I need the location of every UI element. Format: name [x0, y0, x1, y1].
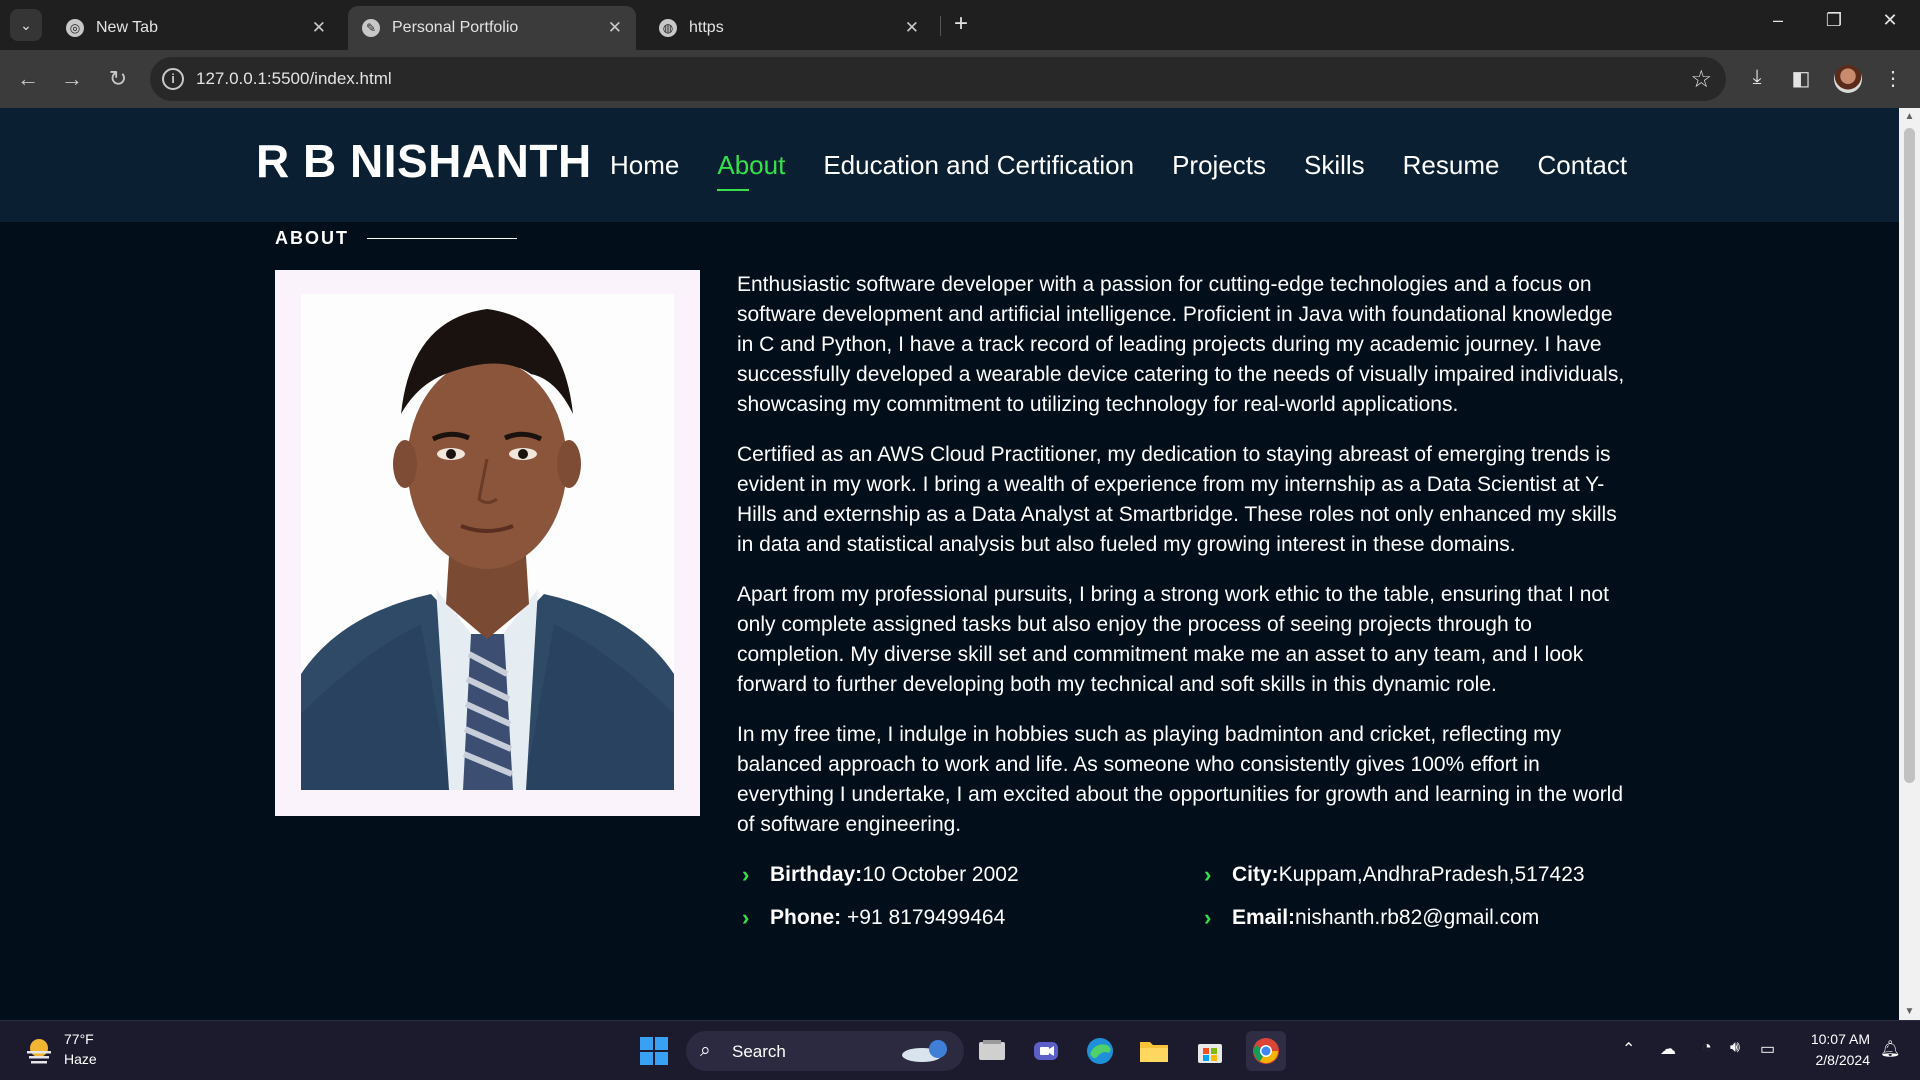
bookmark-star-icon[interactable]: ☆: [1690, 65, 1712, 94]
tab-divider: [940, 16, 941, 36]
tab-new-tab[interactable]: ◎ New Tab ✕: [52, 6, 340, 50]
about-paragraph: Enthusiastic software developer with a p…: [737, 273, 1625, 416]
scroll-up-arrow-icon[interactable]: ▲: [1903, 111, 1916, 122]
site-logo[interactable]: R B NISHANTH: [256, 134, 592, 188]
address-bar[interactable]: i 127.0.0.1:5500/index.html ☆: [150, 57, 1726, 101]
detail-email: › Email: nishanth.rb82@gmail.com: [1204, 903, 1539, 933]
window-close-icon[interactable]: ✕: [1870, 10, 1910, 31]
about-paragraph: Apart from my professional pursuits, I b…: [737, 583, 1609, 696]
detail-value: nishanth.rb82@gmail.com: [1295, 906, 1540, 929]
edge-browser-icon[interactable]: [1080, 1031, 1120, 1071]
tray-chevron-up-icon[interactable]: ⌃: [1622, 1039, 1635, 1059]
detail-label: Email:: [1232, 906, 1296, 929]
detail-birthday: › Birthday: 10 October 2002: [742, 860, 1019, 890]
clock-time[interactable]: 10:07 AM: [1800, 1031, 1870, 1047]
nav-home[interactable]: Home: [610, 150, 679, 181]
nav-resume[interactable]: Resume: [1403, 150, 1500, 181]
side-panel-icon[interactable]: ◧: [1787, 66, 1815, 91]
search-label: Search: [732, 1042, 786, 1061]
download-icon[interactable]: ⤓: [1743, 66, 1771, 89]
weather-temperature[interactable]: 77°F: [64, 1031, 94, 1047]
main-nav: Home About Education and Certification P…: [610, 150, 1665, 191]
restore-icon[interactable]: ❐: [1814, 10, 1854, 31]
task-view-icon[interactable]: [972, 1031, 1012, 1071]
battery-icon[interactable]: ▭: [1760, 1039, 1775, 1059]
tab-search-chevron-icon[interactable]: ⌄: [10, 9, 42, 41]
search-icon: ⌕: [700, 1040, 711, 1061]
close-icon[interactable]: ✕: [608, 18, 622, 38]
close-icon[interactable]: ✕: [905, 18, 919, 38]
nav-contact[interactable]: Contact: [1537, 150, 1627, 181]
chevron-right-icon: ›: [1204, 862, 1212, 887]
tab-https[interactable]: ◍ https ✕: [645, 6, 933, 50]
nav-projects[interactable]: Projects: [1172, 150, 1266, 181]
back-arrow-icon[interactable]: ←: [13, 66, 43, 92]
haze-weather-icon[interactable]: [24, 1035, 54, 1065]
clock-date[interactable]: 2/8/2024: [1800, 1052, 1871, 1068]
detail-value: 10 October 2002: [862, 863, 1019, 886]
weather-condition[interactable]: Haze: [64, 1051, 97, 1067]
wifi-icon[interactable]: ◔: [1702, 1039, 1712, 1057]
browser-tabbar: ⌄ ◎ New Tab ✕ ✎ Personal Portfolio ✕ ◍ h…: [0, 0, 1920, 50]
windows-taskbar: 77°F Haze ⌕ Search ⌃ ☁ ◔ 🔊︎ ▭ 10:07 AM 2…: [0, 1020, 1920, 1080]
chevron-right-icon: ›: [1204, 905, 1212, 930]
tab-title: https: [689, 19, 724, 36]
site-header: R B NISHANTH Home About Education and Ce…: [0, 108, 1899, 222]
chevron-right-icon: ›: [742, 862, 750, 887]
onedrive-icon[interactable]: ☁: [1660, 1039, 1676, 1059]
scroll-down-arrow-icon[interactable]: ▼: [1903, 1006, 1916, 1017]
tab-title: Personal Portfolio: [392, 19, 519, 36]
tab-title: New Tab: [96, 19, 158, 36]
microsoft-store-icon[interactable]: [1190, 1031, 1230, 1071]
nav-skills[interactable]: Skills: [1304, 150, 1365, 181]
about-paragraph: In my free time, I indulge in hobbies su…: [737, 723, 1624, 836]
page-scrollbar[interactable]: ▲ ▼: [1899, 108, 1920, 1020]
scroll-thumb[interactable]: [1904, 128, 1915, 783]
new-tab-plus-icon[interactable]: +: [948, 12, 974, 38]
teams-meet-icon[interactable]: [1026, 1031, 1066, 1071]
menu-kebab-icon[interactable]: ⋮: [1879, 66, 1907, 91]
url-text[interactable]: 127.0.0.1:5500/index.html: [196, 69, 392, 89]
detail-label: Birthday:: [770, 863, 863, 886]
forward-arrow-icon[interactable]: →: [57, 66, 87, 92]
notification-bell-icon[interactable]: 🔔︎: [1880, 1039, 1900, 1059]
windows-start-icon[interactable]: [634, 1031, 674, 1071]
about-section-title: ABOUT: [275, 228, 517, 249]
browser-toolbar: ← → ↻ i 127.0.0.1:5500/index.html ☆ ⤓ ◧ …: [0, 50, 1920, 108]
detail-label: City:: [1232, 863, 1279, 886]
globe-icon: ◍: [659, 19, 677, 37]
detail-value: +91 8179499464: [841, 906, 1006, 929]
nav-education[interactable]: Education and Certification: [823, 150, 1134, 181]
file-explorer-icon[interactable]: [1134, 1031, 1174, 1071]
profile-avatar[interactable]: [1834, 65, 1862, 93]
section-title-text: ABOUT: [275, 228, 349, 248]
about-description: Enthusiastic software developer with a p…: [737, 270, 1627, 860]
volume-icon[interactable]: 🔊︎: [1730, 1039, 1740, 1057]
minimize-icon[interactable]: –: [1758, 10, 1798, 31]
portfolio-favicon-icon: ✎: [362, 19, 380, 37]
detail-phone: › Phone: +91 8179499464: [742, 903, 1005, 933]
site-info-icon[interactable]: i: [162, 68, 184, 90]
detail-value: Kuppam,AndhraPradesh,517423: [1278, 863, 1585, 886]
reload-icon[interactable]: ↻: [103, 66, 133, 92]
chrome-taskbar-icon[interactable]: [1246, 1031, 1286, 1071]
profile-photo: [301, 294, 674, 790]
taskbar-search[interactable]: ⌕ Search: [686, 1031, 964, 1071]
section-title-underline: [367, 238, 517, 239]
close-icon[interactable]: ✕: [312, 18, 326, 38]
detail-label: Phone:: [770, 906, 842, 929]
chrome-icon: ◎: [66, 19, 84, 37]
portfolio-page: R B NISHANTH Home About Education and Ce…: [0, 108, 1899, 1020]
tab-personal-portfolio[interactable]: ✎ Personal Portfolio ✕: [348, 6, 636, 50]
chevron-right-icon: ›: [742, 905, 750, 930]
about-paragraph: Certified as an AWS Cloud Practitioner, …: [737, 443, 1617, 556]
search-highlight-icon: [902, 1040, 947, 1062]
profile-photo-frame: [275, 270, 700, 816]
nav-about[interactable]: About: [717, 150, 785, 191]
detail-city: › City: Kuppam,AndhraPradesh,517423: [1204, 860, 1585, 890]
